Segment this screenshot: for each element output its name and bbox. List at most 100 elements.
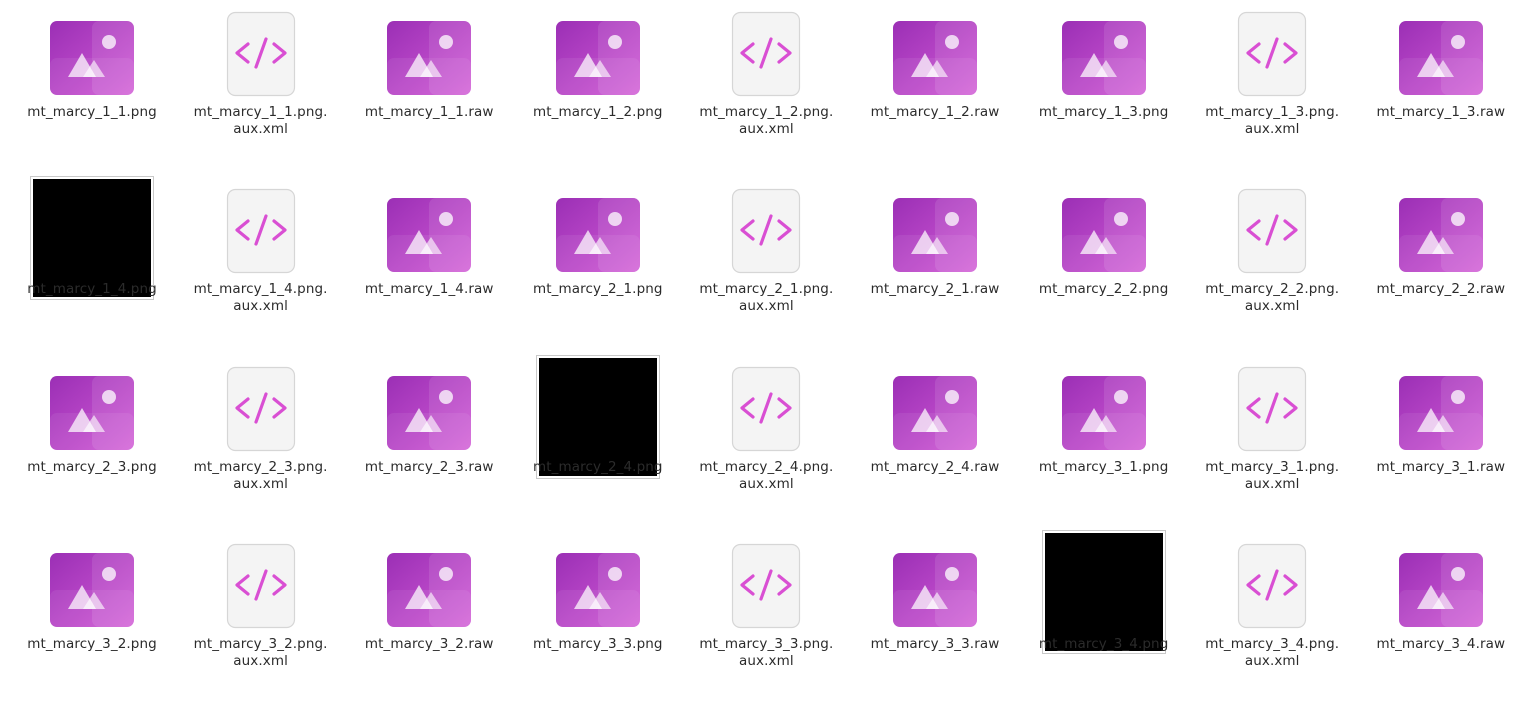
file-item[interactable]: mt_marcy_2_3.png: [8, 355, 176, 525]
file-item[interactable]: mt_marcy_2_4.raw: [851, 355, 1019, 525]
file-name-label: mt_marcy_2_2.png: [1038, 281, 1169, 298]
file-name-label: mt_marcy_1_4.png: [27, 281, 157, 298]
file-item[interactable]: mt_marcy_3_2.raw: [345, 532, 513, 702]
xml-file-icon: [177, 188, 345, 274]
file-name-label: mt_marcy_3_3.png. aux.xml: [699, 635, 834, 669]
xml-file-icon: [177, 366, 345, 452]
file-name-label: mt_marcy_3_2.png: [27, 635, 157, 652]
file-name-label: mt_marcy_2_3.png. aux.xml: [193, 458, 328, 492]
file-name-label: mt_marcy_1_3.png. aux.xml: [1205, 104, 1340, 137]
file-name-label: mt_marcy_3_2.png. aux.xml: [193, 635, 328, 669]
file-item[interactable]: mt_marcy_1_3.png: [1020, 0, 1188, 170]
image-file-icon: [514, 552, 682, 628]
file-name-label: mt_marcy_1_1.png. aux.xml: [193, 104, 328, 137]
file-item[interactable]: mt_marcy_2_1.raw: [851, 177, 1019, 347]
image-file-icon: [851, 552, 1019, 628]
xml-file-icon: [1188, 543, 1356, 629]
xml-file-icon: [682, 188, 850, 274]
file-item[interactable]: mt_marcy_2_3.png. aux.xml: [177, 355, 345, 525]
file-item[interactable]: mt_marcy_2_2.png. aux.xml: [1188, 177, 1356, 347]
file-item[interactable]: mt_marcy_1_2.png. aux.xml: [682, 0, 850, 170]
file-item[interactable]: mt_marcy_2_1.png: [514, 177, 682, 347]
xml-file-icon: [177, 11, 345, 97]
image-file-icon: [1020, 197, 1188, 273]
file-name-label: mt_marcy_2_4.png: [533, 458, 663, 475]
file-item[interactable]: mt_marcy_2_4.png. aux.xml: [682, 355, 850, 525]
image-file-icon: [851, 20, 1019, 96]
image-file-icon: [1020, 375, 1188, 451]
file-name-label: mt_marcy_3_2.raw: [364, 635, 494, 652]
file-name-label: mt_marcy_3_1.raw: [1376, 458, 1506, 475]
file-name-label: mt_marcy_2_2.raw: [1376, 281, 1506, 298]
file-item[interactable]: mt_marcy_1_4.png: [8, 177, 176, 347]
file-grid: mt_marcy_1_1.png mt_marcy_1_1.png. aux.xm…: [0, 0, 1518, 679]
file-name-label: mt_marcy_2_2.png. aux.xml: [1205, 281, 1340, 315]
file-name-label: mt_marcy_3_1.png. aux.xml: [1205, 458, 1340, 492]
image-file-icon: [8, 20, 176, 96]
file-name-label: mt_marcy_3_3.png: [533, 635, 663, 652]
file-item[interactable]: mt_marcy_3_1.png: [1020, 355, 1188, 525]
file-name-label: mt_marcy_3_4.png. aux.xml: [1205, 635, 1340, 669]
image-file-icon: [514, 20, 682, 96]
file-item[interactable]: mt_marcy_2_4.png: [514, 355, 682, 525]
file-name-label: mt_marcy_1_3.raw: [1376, 104, 1506, 120]
image-file-icon: [1357, 552, 1518, 628]
file-name-label: mt_marcy_2_4.png. aux.xml: [699, 458, 834, 492]
file-name-label: mt_marcy_1_1.png: [27, 104, 157, 120]
image-file-icon: [1020, 20, 1188, 96]
file-item[interactable]: mt_marcy_1_4.png. aux.xml: [177, 177, 345, 347]
file-item[interactable]: mt_marcy_1_2.png: [514, 0, 682, 170]
file-name-label: mt_marcy_2_3.raw: [364, 458, 494, 475]
thumbnail-preview: [1042, 530, 1165, 653]
file-item[interactable]: mt_marcy_2_3.raw: [345, 355, 513, 525]
image-file-icon: [345, 552, 513, 628]
image-file-icon: [1357, 197, 1518, 273]
file-name-label: mt_marcy_1_4.png. aux.xml: [193, 281, 328, 315]
file-item[interactable]: mt_marcy_1_3.raw: [1357, 0, 1518, 170]
file-name-label: mt_marcy_1_4.raw: [364, 281, 494, 298]
file-item[interactable]: mt_marcy_3_1.raw: [1357, 355, 1518, 525]
file-item[interactable]: mt_marcy_1_3.png. aux.xml: [1188, 0, 1356, 170]
file-item[interactable]: mt_marcy_3_2.png. aux.xml: [177, 532, 345, 702]
file-name-label: mt_marcy_1_3.png: [1038, 104, 1169, 120]
image-file-icon: [345, 197, 513, 273]
file-item[interactable]: mt_marcy_2_2.png: [1020, 177, 1188, 347]
file-item[interactable]: mt_marcy_3_3.png. aux.xml: [682, 532, 850, 702]
image-file-icon: [345, 20, 513, 96]
file-item[interactable]: mt_marcy_3_3.png: [514, 532, 682, 702]
image-file-icon: [345, 375, 513, 451]
image-thumbnail: [1020, 530, 1188, 653]
file-name-label: mt_marcy_3_3.raw: [870, 635, 1000, 652]
file-item[interactable]: mt_marcy_3_3.raw: [851, 532, 1019, 702]
image-file-icon: [1357, 375, 1518, 451]
file-name-label: mt_marcy_2_4.raw: [870, 458, 1000, 475]
file-name-label: mt_marcy_3_4.raw: [1376, 635, 1506, 652]
file-name-label: mt_marcy_3_4.png: [1038, 635, 1169, 652]
image-file-icon: [514, 197, 682, 273]
file-name-label: mt_marcy_2_1.raw: [870, 281, 1000, 298]
xml-file-icon: [682, 366, 850, 452]
file-name-label: mt_marcy_1_2.png. aux.xml: [699, 104, 834, 137]
file-name-label: mt_marcy_1_1.raw: [364, 104, 494, 120]
xml-file-icon: [1188, 11, 1356, 97]
file-item[interactable]: mt_marcy_1_1.raw: [345, 0, 513, 170]
xml-file-icon: [682, 11, 850, 97]
file-item[interactable]: mt_marcy_2_2.raw: [1357, 177, 1518, 347]
xml-file-icon: [1188, 188, 1356, 274]
image-file-icon: [8, 375, 176, 451]
file-item[interactable]: mt_marcy_2_1.png. aux.xml: [682, 177, 850, 347]
file-item[interactable]: mt_marcy_3_4.png: [1020, 530, 1188, 702]
file-item[interactable]: mt_marcy_1_4.raw: [345, 177, 513, 347]
file-item[interactable]: mt_marcy_3_4.png. aux.xml: [1188, 532, 1356, 702]
file-item[interactable]: mt_marcy_1_2.raw: [851, 0, 1019, 170]
image-file-icon: [851, 375, 1019, 451]
file-item[interactable]: mt_marcy_3_1.png. aux.xml: [1188, 355, 1356, 525]
image-file-icon: [8, 552, 176, 628]
xml-file-icon: [1188, 366, 1356, 452]
file-item[interactable]: mt_marcy_3_4.raw: [1357, 532, 1518, 702]
file-name-label: mt_marcy_1_2.png: [533, 104, 663, 120]
file-item[interactable]: mt_marcy_3_2.png: [8, 532, 176, 702]
file-item[interactable]: mt_marcy_1_1.png: [8, 0, 176, 170]
image-file-icon: [1357, 20, 1518, 96]
file-item[interactable]: mt_marcy_1_1.png. aux.xml: [177, 0, 345, 170]
